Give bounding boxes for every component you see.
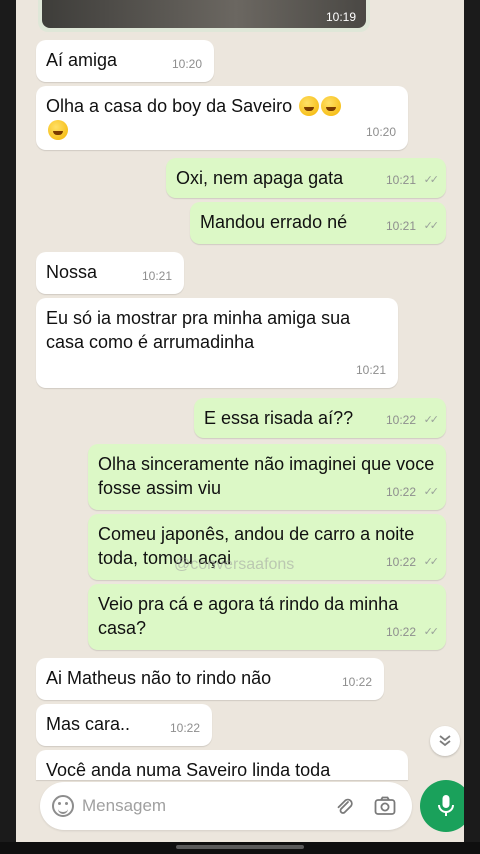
message-time: 10:22 bbox=[385, 413, 416, 427]
message-text: Ai Matheus não to rindo não bbox=[46, 668, 272, 688]
message-incoming[interactable]: Mas cara.. 10:22 bbox=[36, 704, 212, 746]
emoji-icon[interactable] bbox=[52, 795, 74, 817]
double-chevron-down-icon[interactable] bbox=[430, 726, 460, 756]
message-text: Olha a casa do boy da Saveiro bbox=[46, 96, 293, 116]
message-text: Mandou errado né bbox=[200, 212, 348, 232]
delivered-ticks-icon: ✓✓ bbox=[423, 220, 440, 232]
message-time: 10:20 bbox=[365, 125, 396, 139]
microphone-icon bbox=[438, 795, 454, 816]
message-time: 10:21 bbox=[141, 269, 172, 283]
message-incoming[interactable]: Eu só ia mostrar pra minha amiga sua cas… bbox=[36, 298, 398, 388]
message-text: Veio pra cá e agora tá rindo da minha ca… bbox=[98, 594, 399, 638]
image-thumbnail[interactable]: 10:19 bbox=[42, 0, 366, 28]
message-incoming[interactable]: Ai Matheus não to rindo não 10:22 bbox=[36, 658, 384, 700]
message-text: Olha sinceramente não imaginei que voce … bbox=[98, 454, 435, 498]
message-time: 10:21 bbox=[385, 173, 416, 187]
double-chevron-down-icon-svg bbox=[439, 735, 451, 747]
message-text: Você anda numa Saveiro linda toda bbox=[46, 760, 331, 780]
camera-icon[interactable] bbox=[374, 796, 396, 816]
image-message[interactable]: 10:19 bbox=[38, 0, 370, 32]
message-time: 10:20 bbox=[171, 57, 202, 71]
message-outgoing[interactable]: Veio pra cá e agora tá rindo da minha ca… bbox=[88, 584, 446, 650]
message-incoming[interactable]: Você anda numa Saveiro linda toda bbox=[36, 750, 408, 780]
message-time: 10:22 bbox=[385, 625, 416, 639]
message-time: 10:19 bbox=[325, 10, 356, 24]
message-outgoing[interactable]: Mandou errado né 10:21 ✓✓ bbox=[190, 202, 446, 244]
message-text: Aí amiga bbox=[46, 50, 118, 70]
message-time: 10:22 bbox=[341, 675, 372, 689]
rofl-emoji-icon bbox=[48, 120, 68, 140]
rofl-emoji-icon bbox=[299, 96, 320, 116]
delivered-ticks-icon: ✓✓ bbox=[423, 556, 440, 568]
home-indicator[interactable] bbox=[176, 845, 304, 849]
delivered-ticks-icon: ✓✓ bbox=[423, 626, 440, 638]
message-time: 10:22 bbox=[169, 721, 200, 735]
message-time: 10:22 bbox=[385, 555, 416, 569]
message-input[interactable] bbox=[82, 792, 302, 820]
message-outgoing[interactable]: Oxi, nem apaga gata 10:21 ✓✓ bbox=[166, 158, 446, 198]
message-composer bbox=[40, 782, 412, 830]
message-time: 10:22 bbox=[385, 485, 416, 499]
message-outgoing[interactable]: E essa risada aí?? 10:22 ✓✓ bbox=[194, 398, 446, 438]
message-text: Mas cara.. bbox=[46, 714, 131, 734]
chat-screen: 10:19 Aí amiga 10:20 Olha a casa do boy … bbox=[16, 0, 464, 854]
rofl-emoji-icon bbox=[321, 96, 342, 116]
message-text: E essa risada aí?? bbox=[204, 408, 354, 428]
paperclip-icon[interactable] bbox=[334, 796, 354, 816]
message-incoming[interactable]: Aí amiga 10:20 bbox=[36, 40, 214, 82]
delivered-ticks-icon: ✓✓ bbox=[423, 486, 440, 498]
watermark: @conversaafons bbox=[174, 556, 295, 573]
delivered-ticks-icon: ✓✓ bbox=[423, 174, 440, 186]
message-time: 10:21 bbox=[355, 363, 386, 377]
microphone-button[interactable] bbox=[420, 780, 464, 832]
delivered-ticks-icon: ✓✓ bbox=[423, 414, 440, 426]
message-text: Oxi, nem apaga gata bbox=[176, 168, 344, 188]
message-outgoing[interactable]: Olha sinceramente não imaginei que voce … bbox=[88, 444, 446, 510]
message-text: Nossa bbox=[46, 262, 98, 282]
message-time: 10:21 bbox=[385, 219, 416, 233]
message-incoming[interactable]: Olha a casa do boy da Saveiro 10:20 bbox=[36, 86, 408, 150]
message-incoming[interactable]: Nossa 10:21 bbox=[36, 252, 184, 294]
message-text: Eu só ia mostrar pra minha amiga sua cas… bbox=[46, 308, 351, 352]
